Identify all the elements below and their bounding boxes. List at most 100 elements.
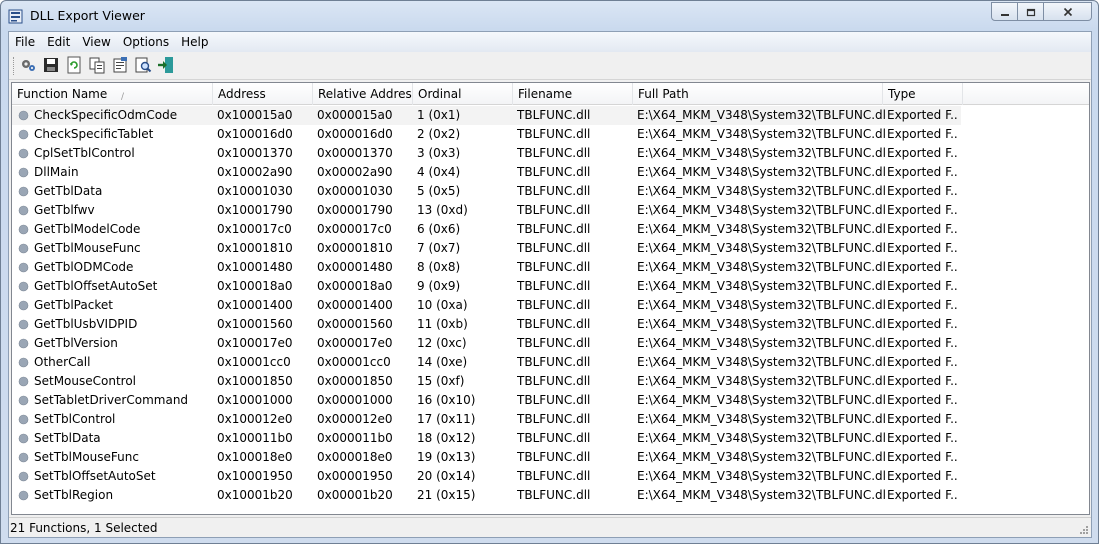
cell-function-name: SetTblData — [34, 431, 101, 445]
table-row[interactable]: GetTblMouseFunc 0x10001810 0x00001810 7 (0x… — [12, 239, 1089, 258]
table-row[interactable]: SetTabletDriverCommand 0x10001000 0x000010… — [12, 391, 1089, 410]
find-icon[interactable] — [134, 56, 152, 74]
minimize-icon — [1000, 13, 1009, 16]
cell-filename: TBLFUNC.dll — [517, 412, 591, 426]
table-row[interactable]: SetTblControl 0x100012e0 0x000012e0 17 (0x1… — [12, 410, 1089, 429]
cell-relative-address: 0x00001950 — [317, 469, 393, 483]
table-row[interactable]: CheckSpecificOdmCode 0x100015a0 0x000015a0… — [12, 106, 1089, 125]
table-row[interactable]: OtherCall 0x10001cc0 0x00001cc0 14 (0xe) TBL… — [12, 353, 1089, 372]
toolbar-grip[interactable] — [13, 57, 15, 75]
cell-filename: TBLFUNC.dll — [517, 108, 591, 122]
cell-type: Exported F... — [887, 279, 959, 293]
table-row[interactable]: SetMouseControl 0x10001850 0x00001850 15 (0… — [12, 372, 1089, 391]
function-bullet-icon — [18, 433, 29, 444]
cell-function-name: GetTblMouseFunc — [34, 241, 141, 255]
cell-ordinal: 11 (0xb) — [417, 317, 468, 331]
refresh-icon[interactable] — [65, 56, 83, 74]
menu-help[interactable]: Help — [175, 32, 214, 52]
cell-filename: TBLFUNC.dll — [517, 222, 591, 236]
table-row[interactable]: SetTblRegion 0x10001b20 0x00001b20 21 (0x15… — [12, 486, 1089, 505]
cell-address: 0x10001cc0 — [217, 355, 291, 369]
cell-full-path: E:\X64_MKM_V348\System32\TBLFUNC.dll — [637, 241, 885, 255]
table-row[interactable]: GetTblODMCode 0x10001480 0x00001480 8 (0x8)… — [12, 258, 1089, 277]
cell-filename: TBLFUNC.dll — [517, 469, 591, 483]
sort-ascending-icon: ∕ — [120, 92, 124, 102]
client-area: File Edit View Options Help Function Nam… — [8, 31, 1092, 538]
cell-function-name: GetTblfwv — [34, 203, 95, 217]
menu-file[interactable]: File — [9, 32, 41, 52]
table-row[interactable]: DllMain 0x10002a90 0x00002a90 4 (0x4) TBLFUN… — [12, 163, 1089, 182]
column-header-address[interactable]: Address — [213, 83, 313, 105]
window-title: DLL Export Viewer — [30, 8, 145, 23]
cell-relative-address: 0x00001cc0 — [317, 355, 391, 369]
function-bullet-icon — [18, 452, 29, 463]
resize-grip-icon[interactable] — [1079, 525, 1089, 535]
cell-full-path: E:\X64_MKM_V348\System32\TBLFUNC.dll — [637, 146, 885, 160]
cell-ordinal: 1 (0x1) — [417, 108, 461, 122]
column-header-full-path[interactable]: Full Path — [633, 83, 883, 105]
menu-bar: File Edit View Options Help — [9, 32, 1091, 52]
function-bullet-icon — [18, 110, 29, 121]
column-label: Full Path — [638, 87, 689, 101]
cell-function-name: GetTblOffsetAutoSet — [34, 279, 158, 293]
close-icon — [1063, 7, 1072, 16]
exit-icon[interactable] — [157, 56, 175, 74]
cell-full-path: E:\X64_MKM_V348\System32\TBLFUNC.dll — [637, 108, 885, 122]
table-row[interactable]: GetTblUsbVIDPID 0x10001560 0x00001560 11 (0… — [12, 315, 1089, 334]
cell-full-path: E:\X64_MKM_V348\System32\TBLFUNC.dll — [637, 222, 885, 236]
table-row[interactable]: GetTblVersion 0x100017e0 0x000017e0 12 (0xc… — [12, 334, 1089, 353]
cell-function-name: GetTblODMCode — [34, 260, 134, 274]
table-row[interactable]: SetTblOffsetAutoSet 0x10001950 0x00001950 2… — [12, 467, 1089, 486]
cell-relative-address: 0x000018e0 — [317, 450, 393, 464]
cell-filename: TBLFUNC.dll — [517, 241, 591, 255]
column-header-relative-address[interactable]: Relative Address — [313, 83, 413, 105]
column-header-type[interactable]: Type — [883, 83, 963, 105]
cell-full-path: E:\X64_MKM_V348\System32\TBLFUNC.dll — [637, 260, 885, 274]
status-text: 21 Functions, 1 Selected — [10, 521, 158, 535]
table-row[interactable]: SetTblData 0x100011b0 0x000011b0 18 (0x12) T… — [12, 429, 1089, 448]
cell-function-name: SetTblControl — [34, 412, 116, 426]
table-row[interactable]: CheckSpecificTablet 0x100016d0 0x000016d0 2… — [12, 125, 1089, 144]
save-icon[interactable] — [42, 56, 60, 74]
copy-icon[interactable] — [88, 56, 106, 74]
title-bar[interactable]: DLL Export Viewer — [1, 1, 1098, 31]
cell-function-name: CheckSpecificOdmCode — [34, 108, 178, 122]
cell-type: Exported F... — [887, 108, 959, 122]
table-row[interactable]: CplSetTblControl 0x10001370 0x00001370 3 (0… — [12, 144, 1089, 163]
table-row[interactable]: GetTblModelCode 0x100017c0 0x000017c0 6 (0x… — [12, 220, 1089, 239]
cell-relative-address: 0x000018a0 — [317, 279, 393, 293]
table-row[interactable]: GetTblfwv 0x10001790 0x00001790 13 (0xd) TBL… — [12, 201, 1089, 220]
function-bullet-icon — [18, 319, 29, 330]
close-button[interactable] — [1044, 2, 1092, 21]
menu-options[interactable]: Options — [117, 32, 175, 52]
minimize-button[interactable] — [991, 2, 1018, 21]
cell-ordinal: 20 (0x14) — [417, 469, 476, 483]
cell-filename: TBLFUNC.dll — [517, 279, 591, 293]
report-icon[interactable] — [111, 56, 129, 74]
function-bullet-icon — [18, 205, 29, 216]
column-header-function-name[interactable]: Function Name ∕ — [12, 83, 213, 105]
menu-edit[interactable]: Edit — [41, 32, 76, 52]
maximize-button[interactable] — [1018, 2, 1044, 21]
table-row[interactable]: SetTblMouseFunc 0x100018e0 0x000018e0 19 (0… — [12, 448, 1089, 467]
column-header-ordinal[interactable]: Ordinal — [413, 83, 513, 105]
cell-address: 0x10001400 — [217, 298, 293, 312]
cell-filename: TBLFUNC.dll — [517, 146, 591, 160]
function-bullet-icon — [18, 243, 29, 254]
cell-type: Exported F... — [887, 431, 959, 445]
table-row[interactable]: GetTblData 0x10001030 0x00001030 5 (0x5) TBL… — [12, 182, 1089, 201]
table-row[interactable]: GetTblPacket 0x10001400 0x00001400 10 (0xa)… — [12, 296, 1089, 315]
cell-filename: TBLFUNC.dll — [517, 298, 591, 312]
menu-view[interactable]: View — [76, 32, 116, 52]
function-bullet-icon — [18, 129, 29, 140]
cell-type: Exported F... — [887, 336, 959, 350]
column-header-filename[interactable]: Filename — [513, 83, 633, 105]
properties-gear-icon[interactable] — [19, 56, 37, 74]
table-row[interactable]: GetTblOffsetAutoSet 0x100018a0 0x000018a0 9… — [12, 277, 1089, 296]
exports-list[interactable]: Function Name ∕ Address Relative Address… — [11, 82, 1090, 515]
cell-address: 0x10001810 — [217, 241, 293, 255]
cell-address: 0x10001850 — [217, 374, 293, 388]
cell-relative-address: 0x00001000 — [317, 393, 393, 407]
function-bullet-icon — [18, 357, 29, 368]
cell-type: Exported F... — [887, 165, 959, 179]
